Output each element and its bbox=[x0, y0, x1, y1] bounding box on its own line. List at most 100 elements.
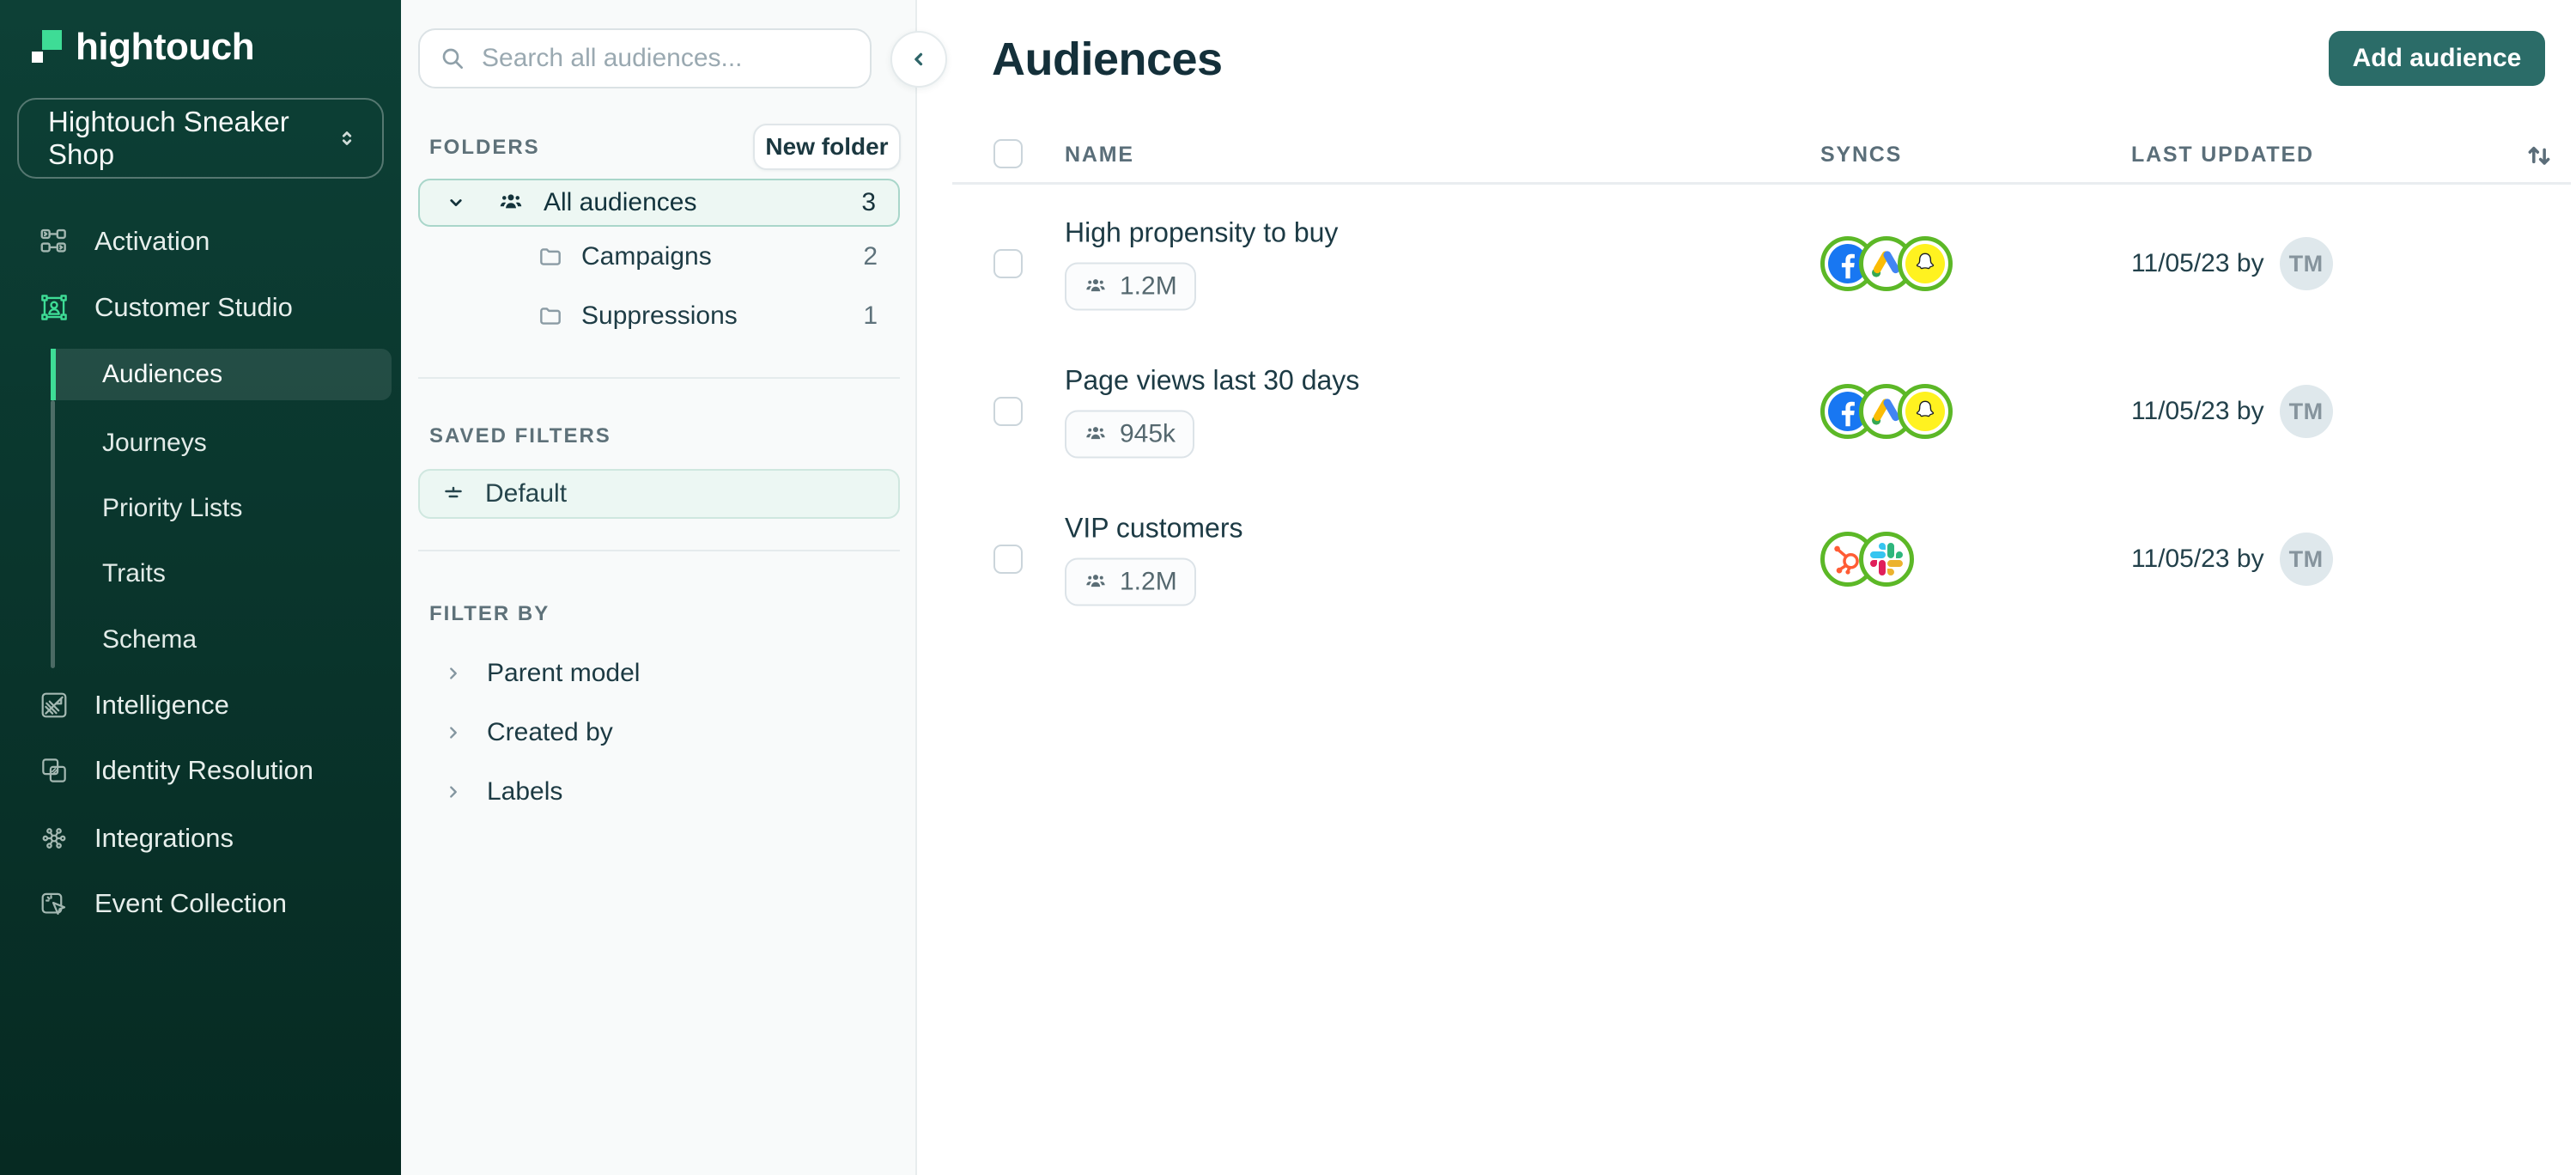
sidebar-item-activation[interactable]: Activation bbox=[38, 214, 210, 269]
table-row[interactable]: High propensity to buy 1.2M 11/05/23 by … bbox=[918, 190, 2576, 338]
sidebar-item-intelligence[interactable]: Intelligence bbox=[38, 678, 229, 733]
audience-size-badge: 1.2M bbox=[1065, 262, 1196, 311]
audience-name-cell: Page views last 30 days 945k bbox=[1065, 365, 1359, 459]
sidebar-item-priority-lists[interactable]: Priority Lists bbox=[102, 491, 242, 526]
syncs-cell bbox=[1820, 532, 1914, 587]
filter-group-label: Parent model bbox=[487, 659, 641, 687]
last-updated-date: 11/05/23 by bbox=[2131, 545, 2264, 573]
sidebar-item-schema[interactable]: Schema bbox=[102, 623, 197, 657]
audience-name-link[interactable]: VIP customers bbox=[1065, 513, 1242, 545]
slack-icon bbox=[1867, 539, 1906, 579]
event-collection-icon bbox=[41, 892, 66, 915]
sort-icon[interactable] bbox=[2522, 136, 2556, 174]
search-box bbox=[418, 28, 872, 88]
logo-text: hightouch bbox=[76, 26, 255, 68]
audience-name-cell: High propensity to buy 1.2M bbox=[1065, 217, 1338, 311]
active-indicator bbox=[51, 349, 56, 400]
sync-status-ring[interactable] bbox=[1898, 236, 1953, 291]
last-updated-cell: 11/05/23 by TM bbox=[2131, 237, 2333, 290]
search-icon bbox=[442, 48, 463, 69]
filter-group-labels[interactable]: Labels bbox=[418, 772, 900, 812]
column-header-last-updated[interactable]: LAST UPDATED bbox=[2131, 143, 2314, 167]
filter-by-header: FILTER BY bbox=[429, 602, 550, 625]
folder-name: Campaigns bbox=[581, 242, 712, 271]
folders-header: FOLDERS bbox=[429, 136, 540, 159]
folder-icon bbox=[540, 248, 561, 265]
last-updated-date: 11/05/23 by bbox=[2131, 249, 2264, 277]
filter-group-created-by[interactable]: Created by bbox=[418, 713, 900, 752]
audiences-folder-panel: FOLDERS New folder All audiences 3 Campa… bbox=[401, 0, 917, 1175]
audience-people-icon bbox=[500, 194, 522, 209]
folder-item-all-audiences[interactable]: All audiences 3 bbox=[418, 179, 900, 227]
main-content: Audiences Add audience NAME SYNCS LAST U… bbox=[918, 0, 2576, 1175]
audience-people-icon bbox=[1086, 279, 1105, 292]
sidebar-item-label: Priority Lists bbox=[102, 494, 243, 522]
saved-filter-default[interactable]: Default bbox=[418, 469, 900, 519]
row-checkbox[interactable] bbox=[993, 397, 1023, 426]
audience-size: 1.2M bbox=[1120, 567, 1177, 596]
folder-icon bbox=[540, 307, 561, 325]
sidebar-item-label: Integrations bbox=[94, 823, 234, 853]
folder-count: 2 bbox=[863, 242, 878, 271]
filter-group-label: Created by bbox=[487, 718, 613, 746]
filter-icon bbox=[445, 486, 462, 498]
column-header-syncs[interactable]: SYNCS bbox=[1820, 143, 1902, 167]
chevron-left-icon bbox=[914, 52, 923, 66]
select-all-checkbox[interactable] bbox=[993, 139, 1023, 168]
sidebar-item-traits[interactable]: Traits bbox=[102, 557, 166, 591]
sidebar-item-event-collection[interactable]: Event Collection bbox=[38, 876, 287, 931]
audience-name-link[interactable]: High propensity to buy bbox=[1065, 217, 1338, 249]
sidebar-item-integrations[interactable]: Integrations bbox=[38, 811, 234, 866]
audience-name-cell: VIP customers 1.2M bbox=[1065, 513, 1242, 606]
folder-count: 1 bbox=[863, 301, 878, 330]
sidebar-item-label: Customer Studio bbox=[94, 292, 293, 322]
row-checkbox[interactable] bbox=[993, 545, 1023, 574]
avatar[interactable]: TM bbox=[2279, 237, 2333, 290]
chevron-right-icon bbox=[450, 727, 457, 739]
search-input[interactable] bbox=[482, 44, 851, 73]
audience-people-icon bbox=[1086, 427, 1105, 440]
audience-size: 945k bbox=[1120, 419, 1176, 448]
activation-icon bbox=[40, 228, 66, 253]
saved-filter-name: Default bbox=[485, 479, 568, 508]
workspace-name: Hightouch Sneaker Shop bbox=[48, 106, 289, 170]
sidebar-item-customer-studio[interactable]: Customer Studio bbox=[38, 280, 293, 335]
table-row[interactable]: VIP customers 1.2M 11/05/23 by TM bbox=[918, 485, 2576, 633]
audience-size: 1.2M bbox=[1120, 271, 1177, 301]
add-audience-button[interactable]: Add audience bbox=[2329, 31, 2545, 86]
table-row[interactable]: Page views last 30 days 945k 11/05/23 by… bbox=[918, 338, 2576, 485]
folder-name: All audiences bbox=[544, 188, 697, 216]
column-header-name[interactable]: NAME bbox=[1065, 143, 1134, 167]
audience-size-badge: 1.2M bbox=[1065, 557, 1196, 606]
folder-count: 3 bbox=[861, 188, 876, 216]
collapse-panel-button[interactable] bbox=[890, 31, 947, 88]
avatar[interactable]: TM bbox=[2279, 533, 2333, 586]
sidebar-item-identity-resolution[interactable]: Identity Resolution bbox=[38, 743, 313, 798]
page-title: Audiences bbox=[992, 33, 1223, 85]
workspace-switcher[interactable]: Hightouch Sneaker Shop bbox=[17, 98, 384, 179]
row-checkbox[interactable] bbox=[993, 249, 1023, 278]
divider bbox=[418, 377, 900, 379]
folder-item-campaigns[interactable]: Campaigns 2 bbox=[418, 234, 900, 280]
sync-status-ring[interactable] bbox=[1859, 532, 1914, 587]
sidebar-item-label: Schema bbox=[102, 625, 197, 654]
filter-group-label: Labels bbox=[487, 777, 563, 806]
last-updated-date: 11/05/23 by bbox=[2131, 397, 2264, 425]
avatar[interactable]: TM bbox=[2279, 385, 2333, 438]
sidebar-item-label: Audiences bbox=[102, 360, 223, 388]
syncs-cell bbox=[1820, 384, 1953, 439]
new-folder-button[interactable]: New folder bbox=[753, 124, 901, 170]
sync-status-ring[interactable] bbox=[1898, 384, 1953, 439]
identity-resolution-icon bbox=[42, 758, 66, 782]
filter-group-parent-model[interactable]: Parent model bbox=[418, 654, 900, 693]
folder-name: Suppressions bbox=[581, 301, 738, 330]
integrations-icon bbox=[42, 828, 66, 849]
sidebar-item-audiences[interactable]: Audiences bbox=[51, 349, 392, 400]
sidebar-item-journeys[interactable]: Journeys bbox=[102, 426, 207, 460]
folder-item-suppressions[interactable]: Suppressions 1 bbox=[418, 293, 900, 339]
customer-studio-icon bbox=[41, 295, 67, 320]
saved-filters-header: SAVED FILTERS bbox=[429, 424, 611, 447]
chevron-down-icon[interactable] bbox=[444, 191, 468, 215]
audience-name-link[interactable]: Page views last 30 days bbox=[1065, 365, 1359, 397]
subnav-tree-line bbox=[51, 400, 55, 668]
